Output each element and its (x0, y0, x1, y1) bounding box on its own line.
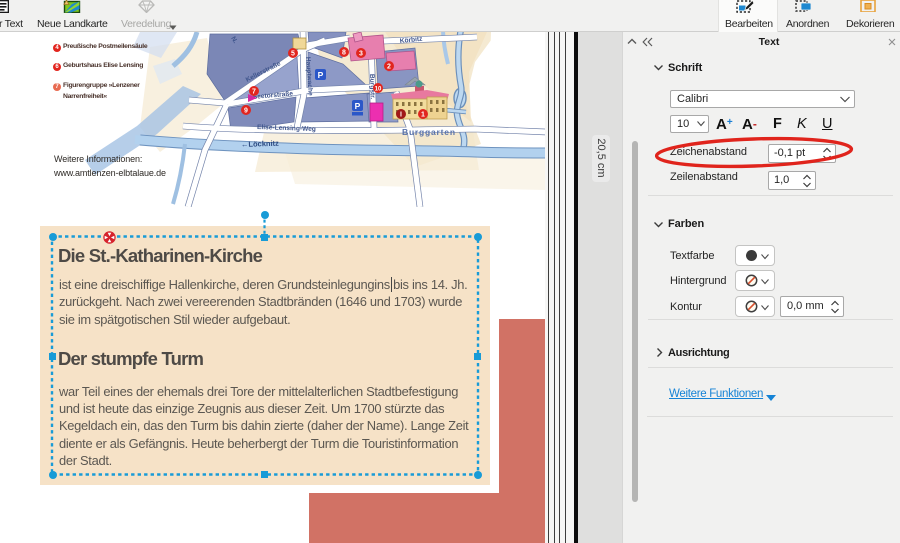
svg-text:P: P (318, 70, 324, 80)
svg-text:←Löcknitz: ←Löcknitz (241, 139, 279, 149)
svg-text:Burggarten: Burggarten (402, 127, 456, 137)
svg-text:1: 1 (421, 112, 425, 119)
svg-text:7: 7 (252, 89, 256, 96)
svg-text:5: 5 (291, 51, 295, 58)
svg-text:8: 8 (342, 50, 346, 57)
svg-text:9: 9 (244, 108, 248, 115)
svg-text:I: I (400, 112, 402, 119)
svg-text:P: P (355, 101, 361, 111)
svg-text:3: 3 (359, 51, 363, 58)
svg-text:2: 2 (387, 64, 391, 71)
svg-text:10: 10 (375, 87, 382, 93)
